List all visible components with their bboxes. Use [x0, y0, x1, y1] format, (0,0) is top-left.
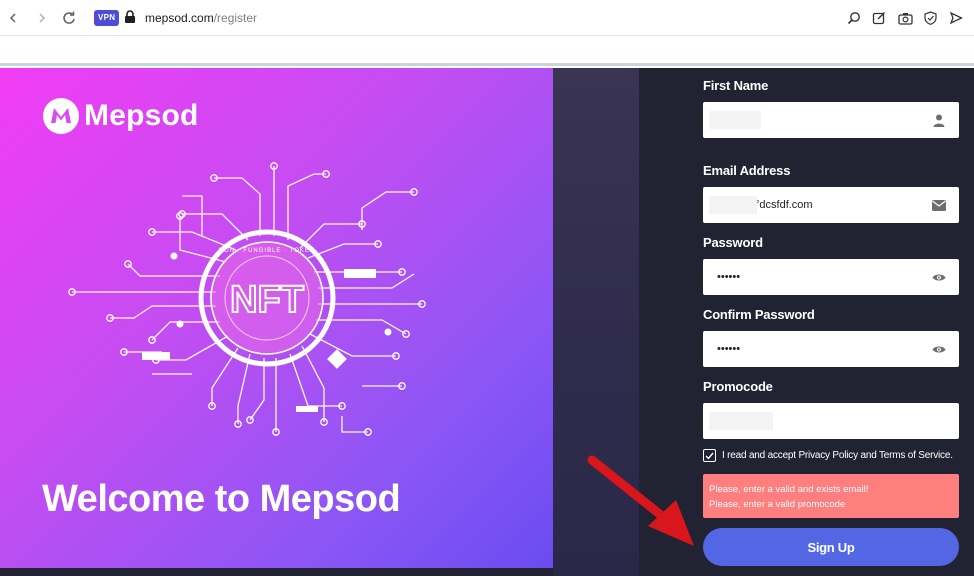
error-email-message: Please, enter a valid and exists email! — [709, 484, 869, 495]
error-alert: Please, enter a valid and exists email! … — [703, 474, 959, 518]
terms-checkbox[interactable] — [703, 449, 716, 462]
first-name-field[interactable] — [703, 102, 959, 138]
redaction — [709, 196, 757, 214]
promocode-field[interactable] — [703, 403, 959, 439]
email-label: Email Address — [703, 163, 791, 178]
terms-label: I read and accept Privacy Policy and Ter… — [722, 450, 953, 461]
sign-up-button[interactable]: Sign Up — [703, 528, 959, 566]
promocode-label: Promocode — [703, 379, 773, 394]
password-field[interactable] — [703, 259, 959, 295]
welcome-heading: Welcome to Mepsod — [42, 478, 401, 520]
brand-name: Mepsod — [84, 99, 199, 132]
email-field[interactable] — [703, 187, 959, 223]
reload-icon[interactable] — [59, 8, 79, 28]
mepsod-logo-icon — [43, 98, 79, 134]
url-domain: mepsod.com — [145, 11, 214, 25]
envelope-icon — [931, 197, 947, 213]
send-icon[interactable] — [947, 9, 965, 27]
user-icon — [931, 112, 947, 128]
shield-icon[interactable] — [921, 9, 939, 27]
confirm-password-label: Confirm Password — [703, 307, 815, 322]
search-icon[interactable] — [845, 9, 863, 27]
hero-panel: Mepsod NFT NON · FUNGIBLE · TOKEN Welcom… — [0, 68, 553, 568]
address-bar[interactable]: mepsod.com/register — [145, 11, 257, 25]
vpn-badge[interactable]: VPN — [94, 10, 120, 26]
redaction — [709, 412, 773, 430]
terms-row[interactable]: I read and accept Privacy Policy and Ter… — [703, 449, 953, 462]
confirm-password-input[interactable] — [715, 342, 915, 356]
camera-icon[interactable] — [896, 9, 914, 27]
first-name-label: First Name — [703, 78, 769, 93]
browser-toolbar: VPN mepsod.com/register — [0, 0, 974, 36]
eye-icon[interactable] — [931, 269, 947, 285]
nft-coin-text: NFT — [230, 279, 304, 321]
eye-icon[interactable] — [931, 341, 947, 357]
password-input[interactable] — [715, 270, 915, 284]
register-page: Mepsod NFT NON · FUNGIBLE · TOKEN Welcom… — [0, 68, 974, 576]
checkmark-icon — [705, 452, 714, 460]
edit-icon[interactable] — [870, 9, 888, 27]
brand-logo[interactable]: Mepsod — [42, 97, 199, 135]
error-promocode-message: Please, enter a valid promocode — [709, 499, 846, 510]
url-path: /register — [213, 11, 258, 25]
lock-icon[interactable] — [124, 10, 138, 26]
forward-icon[interactable] — [32, 8, 52, 28]
password-label: Password — [703, 235, 763, 250]
nft-circuit-illustration: NFT NON · FUNGIBLE · TOKEN — [68, 162, 426, 436]
nft-ring-text: NON · FUNGIBLE · TOKEN — [219, 248, 315, 254]
annotation-arrow — [587, 455, 694, 546]
confirm-password-field[interactable] — [703, 331, 959, 367]
back-icon[interactable] — [3, 8, 23, 28]
redaction — [709, 111, 761, 129]
bookmarks-bar — [0, 36, 974, 66]
